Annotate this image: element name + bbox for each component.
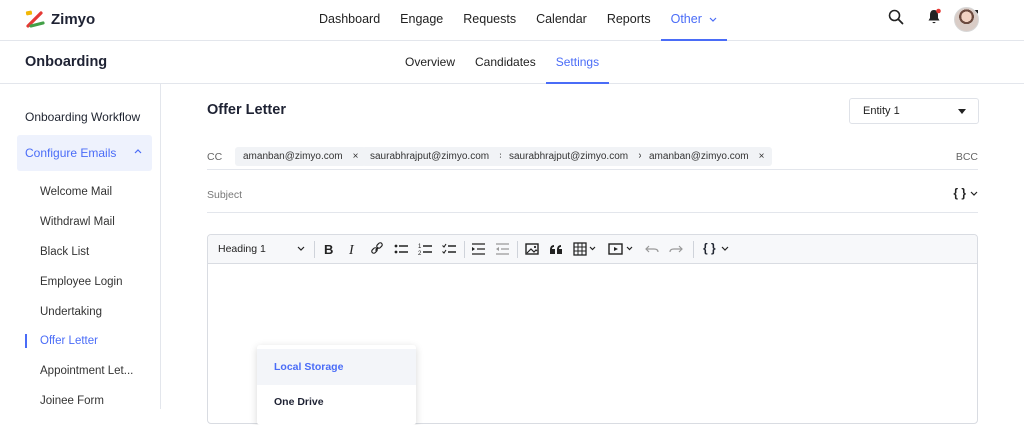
nav-dashboard[interactable]: Dashboard — [309, 0, 390, 41]
search-icon[interactable] — [888, 9, 904, 25]
main-nav: Dashboard Engage Requests Calendar Repor… — [309, 0, 728, 41]
variables-label: { } — [703, 241, 716, 255]
subject-placeholder: Subject — [207, 189, 243, 201]
sidebar-item-welcome-mail[interactable]: Welcome Mail — [40, 186, 112, 198]
svg-text:I: I — [348, 243, 355, 256]
heading-select[interactable]: Heading 1 — [218, 243, 266, 255]
variables-label: { } — [953, 186, 966, 200]
toolbar-divider — [464, 241, 465, 258]
sidebar-group-configure-emails[interactable]: Configure Emails — [17, 135, 152, 171]
logo[interactable]: Zimyo — [25, 9, 95, 29]
sub-header: Onboarding Overview Candidates Settings — [0, 41, 1024, 84]
indent-icon[interactable] — [471, 242, 486, 256]
sidebar: Onboarding Workflow Configure Emails Wel… — [0, 84, 161, 409]
cc-label: CC — [207, 151, 223, 163]
subject-field[interactable]: Subject { } — [207, 180, 978, 213]
bulleted-list-icon[interactable] — [394, 242, 409, 256]
nav-requests[interactable]: Requests — [453, 0, 526, 41]
link-icon[interactable] — [370, 242, 384, 256]
cc-chip-email: amanban@zimyo.com — [243, 151, 343, 162]
close-icon[interactable]: × — [759, 147, 765, 166]
cc-chip: saurabhrajput@zimyo.com × — [501, 147, 652, 166]
outdent-icon[interactable] — [495, 242, 510, 256]
chevron-down-icon — [709, 17, 717, 23]
nav-other-label: Other — [670, 12, 702, 26]
sidebar-item-employee-login[interactable]: Employee Login — [40, 276, 122, 288]
cc-chip: saurabhrajput@zimyo.com × — [362, 147, 513, 166]
cc-chip-email: saurabhrajput@zimyo.com — [509, 151, 629, 162]
page-tabs: Overview Candidates Settings — [395, 41, 610, 84]
sidebar-item-onboarding-workflow[interactable]: Onboarding Workflow — [25, 110, 140, 124]
sidebar-item-offer-letter[interactable]: Offer Letter — [40, 335, 98, 347]
cc-chip: amanban@zimyo.com × — [641, 147, 773, 166]
menu-item-one-drive[interactable]: One Drive — [257, 384, 416, 420]
sidebar-group-label: Configure Emails — [25, 146, 117, 160]
entity-select[interactable]: Entity 1 — [849, 98, 979, 124]
tab-settings[interactable]: Settings — [545, 41, 610, 84]
table-icon[interactable] — [573, 242, 597, 256]
top-navbar: Zimyo Dashboard Engage Requests Calendar… — [0, 0, 1024, 41]
insert-variable-toolbar-button[interactable]: { } — [703, 241, 729, 255]
nav-reports[interactable]: Reports — [597, 0, 661, 41]
editor-toolbar: Heading 1 B I 12 {} — [208, 235, 977, 264]
bcc-toggle[interactable]: BCC — [956, 151, 978, 163]
sidebar-item-undertaking[interactable]: Undertaking — [40, 306, 102, 318]
caret-down-icon — [958, 109, 966, 114]
cc-chip-email: saurabhrajput@zimyo.com — [370, 151, 490, 162]
undo-icon[interactable] — [645, 242, 659, 256]
entity-select-value: Entity 1 — [863, 105, 900, 117]
section-title: Offer Letter — [207, 102, 286, 118]
image-icon[interactable] — [525, 242, 539, 256]
sidebar-item-black-list[interactable]: Black List — [40, 246, 89, 258]
sidebar-item-appointment-letter[interactable]: Appointment Let... — [40, 365, 133, 377]
nav-engage[interactable]: Engage — [390, 0, 453, 41]
toolbar-divider — [693, 241, 694, 258]
close-icon[interactable]: × — [353, 147, 359, 166]
blockquote-icon[interactable] — [549, 242, 563, 256]
page-title: Onboarding — [25, 54, 108, 70]
toolbar-divider — [517, 241, 518, 258]
italic-icon[interactable]: I — [347, 242, 359, 256]
bell-icon[interactable] — [926, 8, 942, 25]
bold-icon[interactable]: B — [323, 242, 335, 256]
nav-calendar[interactable]: Calendar — [526, 0, 597, 41]
chevron-down-icon — [970, 191, 978, 196]
svg-text:1: 1 — [418, 244, 422, 250]
cc-row: CC amanban@zimyo.com × saurabhrajput@zim… — [207, 143, 978, 170]
sidebar-item-joinee-form[interactable]: Joinee Form — [40, 395, 104, 407]
cc-chip: amanban@zimyo.com × — [235, 147, 367, 166]
active-indicator — [25, 334, 27, 348]
media-embed-icon[interactable] — [608, 242, 636, 256]
chevron-up-icon — [134, 149, 142, 154]
chevron-down-icon — [297, 246, 305, 251]
tab-overview[interactable]: Overview — [395, 41, 465, 84]
svg-text:2: 2 — [418, 251, 422, 256]
upload-source-menu: Local Storage One Drive — [257, 345, 416, 425]
nav-other[interactable]: Other — [660, 0, 728, 41]
sidebar-item-withdrawl-mail[interactable]: Withdrawl Mail — [40, 216, 115, 228]
avatar[interactable] — [954, 7, 979, 32]
toolbar-divider — [314, 241, 315, 258]
cc-chip-email: amanban@zimyo.com — [649, 151, 749, 162]
numbered-list-icon[interactable]: 12 — [418, 242, 433, 256]
tab-candidates[interactable]: Candidates — [465, 41, 546, 84]
zimyo-logo-icon — [25, 9, 45, 29]
menu-item-local-storage[interactable]: Local Storage — [257, 349, 416, 385]
todo-list-icon[interactable] — [442, 242, 457, 256]
chevron-down-icon — [721, 246, 729, 251]
app-name: Zimyo — [51, 10, 96, 28]
svg-text:B: B — [324, 242, 333, 256]
redo-icon[interactable] — [669, 242, 683, 256]
insert-variable-button[interactable]: { } — [953, 186, 978, 200]
